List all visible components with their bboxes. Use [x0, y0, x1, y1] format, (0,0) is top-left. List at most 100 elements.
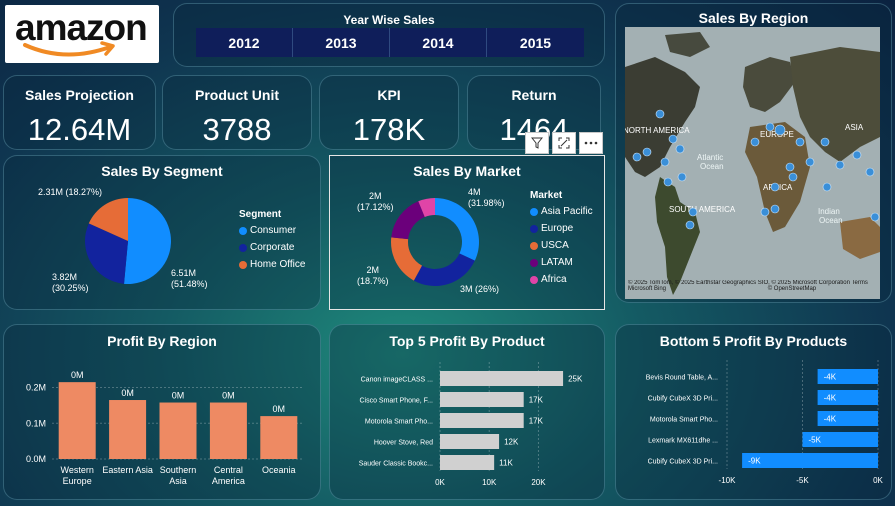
data-label: 0M — [71, 370, 84, 380]
x-tick-label: 20K — [531, 478, 546, 487]
market-label-usca: 2M (18.7%) — [357, 265, 389, 286]
map-bubble — [750, 137, 760, 147]
slice-latam[interactable] — [391, 201, 425, 240]
map-attribution-bing: Microsoft Bing — [628, 286, 667, 292]
map-bubble — [760, 207, 770, 217]
map-bubble — [822, 182, 832, 192]
slice-usca[interactable] — [391, 237, 423, 281]
x-tick-label: Western Europe — [61, 465, 94, 486]
map-label-indian: Indian — [818, 207, 840, 216]
bar-eastern-asia[interactable] — [109, 400, 147, 459]
legend-item-home-office[interactable]: Home Office — [239, 259, 305, 270]
legend-label: Corporate — [250, 242, 295, 253]
map-bubble — [663, 177, 673, 187]
legend-item-africa[interactable]: Africa — [530, 274, 593, 285]
bar-canon-imageclass[interactable] — [440, 371, 564, 386]
map-bubble — [770, 204, 780, 214]
data-label: 17K — [529, 417, 544, 426]
top5-profit-chart: 0K 10K 20K Canon imageCLASS ... 25K Cisco Sma… — [359, 362, 583, 487]
map-bubble — [865, 167, 875, 177]
year-slicer-title: Year Wise Sales — [343, 13, 435, 27]
map-bubble — [785, 162, 795, 172]
map-bubble — [642, 147, 652, 157]
segment-label-corporate: 3.82M (30.25%) — [52, 272, 89, 293]
map-bubble — [852, 150, 862, 160]
sales-by-segment-card: Sales By Segment 2.31M (18.27%) 3.82M (3… — [3, 155, 321, 310]
legend-item-latam[interactable]: LATAM — [530, 257, 593, 268]
map-bubble — [675, 144, 685, 154]
kpi-value: 3788 — [202, 112, 272, 147]
kpi-card-product-unit: Product Unit 3788 — [162, 75, 312, 150]
map-bubble — [632, 152, 642, 162]
year-button-2012[interactable]: 2012 — [196, 28, 293, 57]
kpi-title: Sales Projection — [25, 87, 134, 103]
legend-item-corporate[interactable]: Corporate — [239, 242, 305, 253]
map-attribution: © 2025 TomTom, © 2025 Earthstar Geograph… — [628, 280, 878, 292]
data-label: 0M — [273, 404, 286, 414]
map-bubble — [677, 172, 687, 182]
bar-oceania[interactable] — [260, 416, 298, 459]
year-button-2013[interactable]: 2013 — [293, 28, 390, 57]
legend-item-asia-pacific[interactable]: Asia Pacific — [530, 206, 593, 217]
legend-item-consumer[interactable]: Consumer — [239, 225, 305, 236]
year-button-2015[interactable]: 2015 — [487, 28, 584, 57]
x-tick-label: Central America — [212, 465, 245, 486]
data-label: 0M — [121, 388, 134, 398]
amazon-smile-icon — [23, 41, 115, 57]
year-slicer-card: Year Wise Sales 2012 2013 2014 2015 — [173, 3, 605, 67]
slice-europe[interactable] — [413, 253, 475, 286]
world-map[interactable]: NORTH AMERICA EUROPE ASIA Atlantic Ocean… — [625, 27, 880, 299]
legend-label: LATAM — [541, 257, 573, 268]
legend-label: USCA — [541, 240, 569, 251]
market-label-asia-pacific: 4M (31.98%) — [468, 187, 505, 208]
legend-item-usca[interactable]: USCA — [530, 240, 593, 251]
sales-by-market-card[interactable]: Sales By Market 4M (31.98%) 3M (26%) 2M … — [329, 155, 605, 310]
bar-cisco-smart-phone-f[interactable] — [440, 392, 524, 407]
y-tick-label: Hoover Stove, Red — [374, 440, 433, 447]
kpi-card-kpi: KPI 178K — [319, 75, 459, 150]
y-tick-label: Cubify CubeX 3D Pri... — [648, 396, 718, 403]
legend-item-europe[interactable]: Europe — [530, 223, 593, 234]
data-label: -4K — [824, 415, 837, 424]
bar-central-america[interactable] — [209, 402, 247, 459]
bar-sauder-classic-bookc[interactable] — [440, 455, 495, 470]
map-bubble — [685, 220, 695, 230]
map-label-indian-ocean: Ocean — [819, 216, 843, 225]
year-slicer-buttons: 2012 2013 2014 2015 — [196, 28, 584, 57]
market-legend-title: Market — [530, 190, 563, 201]
map-bubble — [655, 109, 665, 119]
y-tick-label: 0.2M — [26, 383, 46, 393]
slice-consumer[interactable] — [124, 198, 172, 284]
y-tick-label: Cisco Smart Phone, F... — [359, 398, 433, 405]
data-label: 12K — [504, 438, 519, 447]
x-tick-label: -10K — [719, 476, 737, 485]
bar-cubify-cubex-3d-pri[interactable] — [742, 453, 878, 468]
data-label: -9K — [748, 457, 761, 466]
segment-legend: Segment Consumer Corporate Home Office — [239, 209, 305, 276]
bar-southern-asia[interactable] — [159, 402, 197, 459]
map-label-atlantic: Atlantic — [697, 153, 723, 162]
legend-label: Home Office — [250, 259, 306, 270]
x-tick-label: Oceania — [262, 465, 296, 475]
kpi-title: Product Unit — [195, 87, 279, 103]
bar-motorola-smart-pho[interactable] — [440, 413, 524, 428]
focus-mode-icon[interactable] — [552, 132, 576, 154]
y-tick-label: 0.1M — [26, 418, 46, 428]
x-tick-label: 10K — [482, 478, 497, 487]
map-bubble — [820, 137, 830, 147]
map-label-north-america: NORTH AMERICA — [625, 126, 690, 135]
market-legend: Market Asia Pacific Europe USCA LATAM Af… — [530, 190, 593, 291]
filter-icon[interactable] — [525, 132, 549, 154]
amazon-logo: amazon — [5, 5, 159, 63]
bar-hoover-stove-red[interactable] — [440, 434, 500, 449]
kpi-title: Return — [511, 87, 557, 103]
map-bubble — [835, 160, 845, 170]
sales-by-region-title: Sales By Region — [698, 10, 809, 26]
more-options-icon[interactable] — [579, 132, 603, 154]
year-button-2014[interactable]: 2014 — [390, 28, 487, 57]
legend-label: Africa — [541, 274, 567, 285]
map-bubble — [668, 134, 678, 144]
bar-western-europe[interactable] — [58, 382, 96, 459]
profit-by-region-chart: 0.0M 0.1M 0.2M 0M Western Europe 0M Eastern Asi… — [26, 370, 304, 486]
map-bubble — [795, 137, 805, 147]
